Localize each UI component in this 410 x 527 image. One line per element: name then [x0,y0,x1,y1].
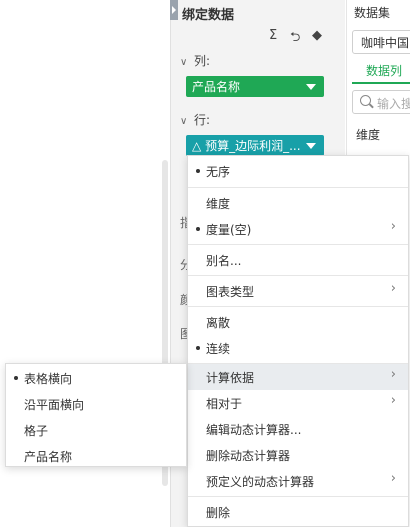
menu-divider [188,244,408,245]
dataset-title: 数据集 [354,6,391,20]
menu-item-label: 计算依据 [206,371,255,385]
row-field-label: 预算_边际利润_... [205,139,301,153]
menu-item-label: 离散 [206,316,231,330]
menu-item-edit-calculator[interactable]: 编辑动态计算器... [188,416,408,442]
menu-item-dimension[interactable]: 维度 [188,190,408,216]
submenu-item-table-across[interactable]: 表格横向 [6,364,186,390]
chevron-right-icon: › [390,219,396,234]
menu-item-label: 相对于 [206,397,243,411]
menu-item-label: 图表类型 [206,285,255,299]
menu-item-relative-to[interactable]: 相对于 › [188,390,408,416]
chevron-down-icon: ∨ [180,57,188,68]
column-field-label: 产品名称 [192,80,241,94]
tab-underline [352,82,410,84]
bind-panel-title: 绑定数据 [182,8,235,23]
menu-item-label: 维度 [206,197,231,211]
field-context-menu: 无序 维度 度量(空) › 别名... 图表类型 › 离散 连续 计算依据 › … [187,155,409,527]
dimension-heading: 维度 [356,128,381,142]
menu-item-continuous[interactable]: 连续 [188,335,408,361]
submenu-item-pane-across[interactable]: 沿平面横向 [6,390,186,416]
chevron-right-icon: › [390,367,396,382]
sum-icon[interactable]: Σ [269,28,277,43]
menu-divider [188,187,408,188]
eraser-icon[interactable]: ◆ [312,28,322,43]
menu-item-delete[interactable]: 删除 [188,499,408,525]
chevron-right-icon: › [390,393,396,408]
menu-item-label: 连续 [206,342,231,356]
menu-item-label: 度量(空) [206,223,252,237]
columns-label: 列: [194,54,211,68]
menu-item-label: 别名... [206,254,242,268]
search-icon [360,95,371,106]
submenu-item-label: 表格横向 [24,372,73,386]
menu-item-label: 预定义的动态计算器 [206,475,315,489]
menu-item-chart-type[interactable]: 图表类型 › [188,278,408,304]
menu-item-label: 编辑动态计算器... [206,423,302,437]
dropdown-arrow-icon [306,84,316,90]
rows-label: 行: [194,113,211,127]
submenu-item-cell[interactable]: 格子 [6,416,186,442]
menu-divider [188,275,408,276]
compute-using-submenu: 表格横向 沿平面横向 格子 产品名称 [5,363,187,467]
collapse-panel-button[interactable] [170,0,178,20]
menu-item-label: 删除动态计算器 [206,449,291,463]
delta-icon: △ [192,139,202,153]
chevron-right-icon: › [390,471,396,486]
submenu-item-label: 产品名称 [24,450,73,464]
menu-item-discrete[interactable]: 离散 [188,309,408,335]
menu-item-delete-calculator[interactable]: 删除动态计算器 [188,442,408,468]
menu-item-label: 删除 [206,506,231,520]
chevron-down-icon: ∨ [180,116,188,127]
menu-item-unsorted[interactable]: 无序 [188,158,408,184]
menu-item-compute-using[interactable]: 计算依据 › [188,364,408,390]
checked-dot-icon [14,376,18,380]
tab-data-columns[interactable]: 数据列 [366,62,402,79]
rows-section[interactable]: ∨ 行: [180,111,210,128]
menu-item-label: 无序 [206,165,231,179]
menu-divider [188,306,408,307]
swap-icon[interactable]: ⮌ [290,28,300,50]
checked-dot-icon [196,227,200,231]
checked-dot-icon [196,169,200,173]
submenu-item-label: 沿平面横向 [24,398,85,412]
menu-item-measure[interactable]: 度量(空) › [188,216,408,242]
submenu-item-product-name[interactable]: 产品名称 [6,442,186,468]
chevron-right-icon: › [390,281,396,296]
column-field-pill[interactable]: 产品名称 [186,76,324,97]
submenu-item-label: 格子 [24,424,49,438]
menu-item-alias[interactable]: 别名... [188,247,408,273]
checked-dot-icon [196,346,200,350]
menu-item-predefined-calculator[interactable]: 预定义的动态计算器 › [188,468,408,494]
dataset-select[interactable]: 咖啡中国 [352,30,410,54]
columns-section[interactable]: ∨ 列: [180,52,210,69]
row-field-pill[interactable]: △ 预算_边际利润_... [186,135,324,156]
menu-divider [188,496,408,497]
dropdown-arrow-icon [306,143,316,149]
